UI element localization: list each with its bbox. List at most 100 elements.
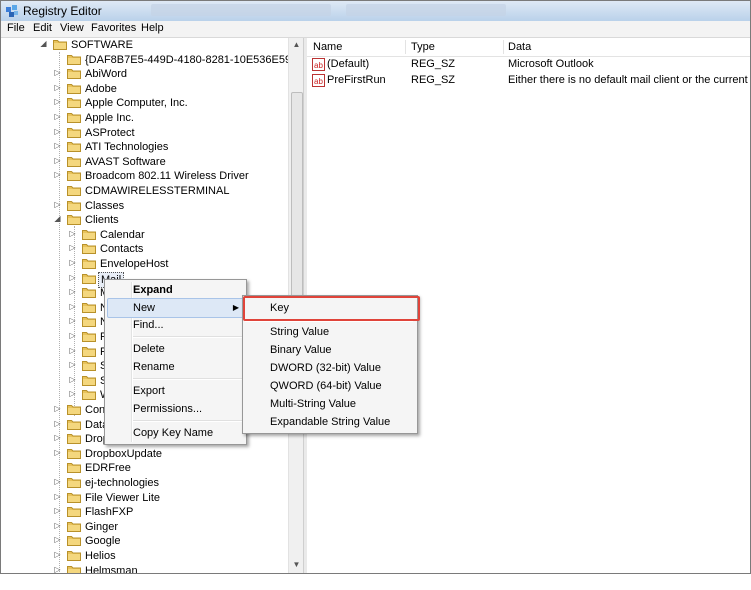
menu-item-copy-key-name[interactable]: Copy Key Name: [133, 424, 213, 442]
submenu-item-multi-string-value[interactable]: Multi-String Value: [270, 395, 356, 413]
expand-arrow-icon[interactable]: ▷: [53, 127, 62, 136]
tree-node[interactable]: ▷ Google: [1, 534, 291, 548]
tree-node[interactable]: ▷ ASProtect: [1, 126, 291, 140]
expand-arrow-icon[interactable]: ▷: [68, 331, 77, 340]
menu-item-permissions[interactable]: Permissions...: [133, 400, 202, 418]
tree-node[interactable]: ▷ Apple Computer, Inc.: [1, 96, 291, 110]
expand-arrow-icon[interactable]: ▷: [53, 68, 62, 77]
tree-node[interactable]: ▷ EnvelopeHost: [1, 257, 291, 271]
column-divider[interactable]: [503, 40, 504, 54]
collapse-arrow-icon[interactable]: ◢: [53, 214, 62, 223]
expand-arrow-icon[interactable]: ▷: [53, 404, 62, 413]
scroll-up-arrow-icon[interactable]: ▲: [292, 40, 301, 49]
tree-node-label: Broadcom 802.11 Wireless Driver: [85, 170, 249, 182]
expand-arrow-icon[interactable]: ▷: [53, 506, 62, 515]
tree-node[interactable]: ▷ Helmsman: [1, 564, 291, 573]
expand-arrow-icon[interactable]: ▷: [53, 200, 62, 209]
value-row[interactable]: ab (Default) REG_SZ Microsoft Outlook: [307, 57, 750, 73]
tree-node[interactable]: {DAF8B7E5-449D-4180-8281-10E536E597F2}: [1, 53, 302, 67]
folder-icon: [67, 419, 81, 430]
menu-favorites[interactable]: Favorites: [91, 22, 136, 34]
menu-item-find[interactable]: Find...: [133, 316, 164, 334]
scroll-down-arrow-icon[interactable]: ▼: [292, 560, 301, 569]
expand-arrow-icon[interactable]: ▷: [53, 565, 62, 573]
expand-arrow-icon[interactable]: ▷: [53, 112, 62, 121]
expand-arrow-icon[interactable]: ▷: [68, 243, 77, 252]
expand-arrow-icon[interactable]: ▷: [53, 550, 62, 559]
menu-edit[interactable]: Edit: [33, 22, 52, 34]
expand-arrow-icon[interactable]: ▷: [68, 273, 77, 282]
tree-node-label: SOFTWARE: [71, 39, 133, 51]
tree-node[interactable]: ▷ File Viewer Lite: [1, 491, 291, 505]
collapse-arrow-icon[interactable]: ◢: [39, 39, 48, 48]
submenu-item-binary-value[interactable]: Binary Value: [270, 341, 332, 359]
expand-arrow-icon[interactable]: ▷: [53, 535, 62, 544]
expand-arrow-icon[interactable]: ▷: [68, 346, 77, 355]
tree-node[interactable]: ▷ Helios: [1, 549, 291, 563]
expand-arrow-icon[interactable]: ▷: [68, 302, 77, 311]
menu-file[interactable]: File: [7, 22, 25, 34]
expand-arrow-icon[interactable]: ▷: [68, 229, 77, 238]
submenu-item-string-value[interactable]: String Value: [270, 323, 329, 341]
expand-arrow-icon[interactable]: ▷: [68, 375, 77, 384]
tree-node[interactable]: ▷ Adobe: [1, 82, 291, 96]
menu-item-rename[interactable]: Rename: [133, 358, 175, 376]
expand-arrow-icon[interactable]: ▷: [68, 316, 77, 325]
column-divider[interactable]: [405, 40, 406, 54]
expand-arrow-icon[interactable]: ▷: [53, 419, 62, 428]
expand-arrow-icon[interactable]: ▷: [53, 170, 62, 179]
tree-node[interactable]: ◢ SOFTWARE: [1, 38, 291, 52]
blurred-taskbar-tab: [346, 4, 506, 16]
tree-node[interactable]: EDRFree: [1, 461, 291, 475]
tree-node[interactable]: ▷ ej-technologies: [1, 476, 291, 490]
tree-node[interactable]: ▷ Apple Inc.: [1, 111, 291, 125]
folder-icon: [67, 68, 81, 79]
expand-arrow-icon[interactable]: ▷: [53, 141, 62, 150]
expand-arrow-icon[interactable]: ▷: [53, 433, 62, 442]
folder-icon: [67, 521, 81, 532]
menu-view[interactable]: View: [60, 22, 84, 34]
submenu-item-dword-value[interactable]: DWORD (32-bit) Value: [270, 359, 381, 377]
tree-node[interactable]: ▷ AVAST Software: [1, 155, 291, 169]
tree-node[interactable]: ◢ Clients: [1, 213, 291, 227]
folder-icon: [67, 112, 81, 123]
tree-node[interactable]: ▷ DropboxUpdate: [1, 447, 291, 461]
tree-node[interactable]: ▷ Calendar: [1, 228, 291, 242]
expand-arrow-icon[interactable]: ▷: [53, 492, 62, 501]
menu-help[interactable]: Help: [141, 22, 164, 34]
column-type[interactable]: Type: [411, 41, 435, 53]
tree-node[interactable]: ▷ Ginger: [1, 520, 291, 534]
menu-item-export[interactable]: Export: [133, 382, 165, 400]
expand-arrow-icon[interactable]: ▷: [53, 97, 62, 106]
expand-arrow-icon[interactable]: ▷: [53, 156, 62, 165]
menu-item-expand[interactable]: Expand: [133, 281, 173, 299]
tree-node[interactable]: ▷ FlashFXP: [1, 505, 291, 519]
title-bar: Registry Editor: [1, 1, 750, 22]
value-type: REG_SZ: [411, 74, 456, 86]
expand-arrow-icon[interactable]: ▷: [53, 477, 62, 486]
tree-node[interactable]: CDMAWIRELESSTERMINAL: [1, 184, 291, 198]
tree-node[interactable]: ▷ AbiWord: [1, 67, 291, 81]
folder-icon: [82, 302, 96, 313]
tree-node[interactable]: ▷ Classes: [1, 199, 291, 213]
expand-arrow-icon[interactable]: ▷: [68, 287, 77, 296]
expand-arrow-icon[interactable]: ▷: [53, 448, 62, 457]
scrollbar-thumb[interactable]: [291, 92, 303, 308]
tree-node[interactable]: ▷ Contacts: [1, 242, 291, 256]
column-name[interactable]: Name: [313, 41, 342, 53]
menu-item-delete[interactable]: Delete: [133, 340, 165, 358]
tree-node[interactable]: ▷ Broadcom 802.11 Wireless Driver: [1, 169, 291, 183]
submenu-item-expandable-string-value[interactable]: Expandable String Value: [270, 413, 390, 431]
expand-arrow-icon[interactable]: ▷: [53, 521, 62, 530]
submenu-arrow-icon: ▶: [232, 303, 239, 312]
expand-arrow-icon[interactable]: ▷: [53, 83, 62, 92]
column-data[interactable]: Data: [508, 41, 531, 53]
expand-arrow-icon[interactable]: ▷: [68, 360, 77, 369]
expand-arrow-icon[interactable]: ▷: [68, 389, 77, 398]
tree-node-label: AbiWord: [85, 68, 127, 80]
value-row[interactable]: ab PreFirstRun REG_SZ Either there is no…: [307, 73, 750, 89]
expand-arrow-icon[interactable]: ▷: [68, 258, 77, 267]
tree-node[interactable]: ▷ ATI Technologies: [1, 140, 291, 154]
menu-item-new[interactable]: New ▶: [107, 298, 244, 318]
submenu-item-qword-value[interactable]: QWORD (64-bit) Value: [270, 377, 382, 395]
